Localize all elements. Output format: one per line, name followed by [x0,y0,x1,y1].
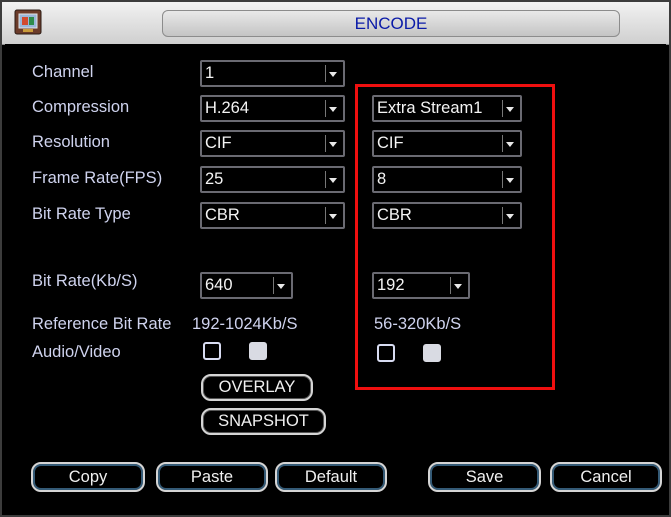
chevron-down-icon[interactable] [325,65,341,82]
resolution-value: CIF [205,134,232,152]
audio-checkbox[interactable] [203,342,221,360]
resolution-label: Resolution [32,133,110,151]
bit-rate-value: 640 [205,276,233,294]
channel-value: 1 [205,64,215,82]
paste-button[interactable]: Paste [156,462,268,492]
cancel-button[interactable]: Cancel [550,462,662,492]
compression-value: H.264 [205,99,250,117]
resolution-select[interactable]: CIF [200,130,345,157]
encode-panel: Channel Compression Resolution Frame Rat… [5,44,666,514]
bit-rate-type-select[interactable]: CBR [200,202,345,229]
window-title: ENCODE [162,10,620,37]
frame-rate-label: Frame Rate(FPS) [32,169,163,187]
compression-label: Compression [32,98,130,116]
bit-rate-label: Bit Rate(Kb/S) [32,272,138,290]
video-checkbox[interactable] [249,342,267,360]
bit-rate-type-value: CBR [205,206,240,224]
reference-bit-rate-label: Reference Bit Rate [32,315,172,333]
title-bar: ENCODE [2,2,669,45]
save-button[interactable]: Save [428,462,541,492]
chevron-down-icon[interactable] [325,135,341,152]
chevron-down-icon[interactable] [325,207,341,224]
chevron-down-icon[interactable] [325,171,341,188]
default-button[interactable]: Default [275,462,387,492]
compression-select[interactable]: H.264 [200,95,345,122]
audio-video-label: Audio/Video [32,343,121,361]
encode-window: ENCODE Channel Compression Resolution Fr… [0,0,671,517]
channel-select[interactable]: 1 [200,60,345,87]
chevron-down-icon[interactable] [325,100,341,117]
bit-rate-type-label: Bit Rate Type [32,205,131,223]
frame-rate-select[interactable]: 25 [200,166,345,193]
channel-label: Channel [32,63,94,81]
frame-rate-value: 25 [205,170,224,188]
chevron-down-icon[interactable] [273,277,289,294]
camera-icon [14,9,42,35]
extra-stream-highlight-box [355,84,555,390]
reference-bit-rate-value: 192-1024Kb/S [192,315,298,333]
bit-rate-select[interactable]: 640 [200,272,293,299]
overlay-button[interactable]: OVERLAY [201,374,313,401]
copy-button[interactable]: Copy [31,462,145,492]
snapshot-button[interactable]: SNAPSHOT [201,408,326,435]
